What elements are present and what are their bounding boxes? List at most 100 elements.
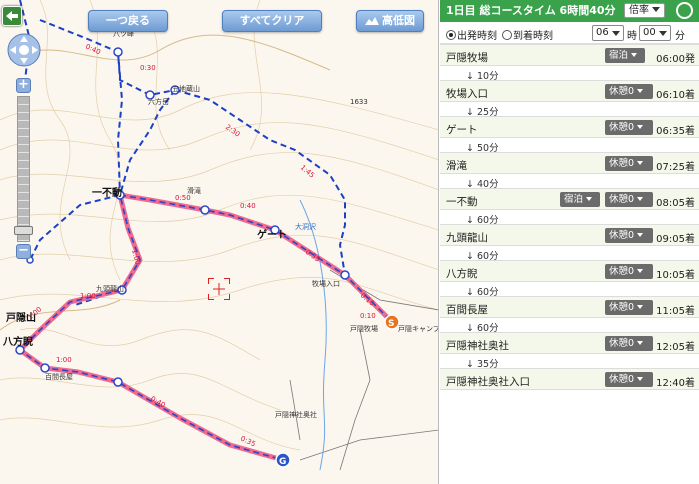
chevron-down-icon — [637, 125, 644, 129]
rest-select[interactable]: 休憩0 — [605, 264, 653, 279]
waypoint-name: 一不動 — [446, 196, 478, 208]
course-panel: 1日目 総コースタイム 6時間40分 倍率 出発時刻 到着時刻 06 時 00 … — [440, 0, 699, 484]
zoom-slider[interactable] — [17, 96, 30, 242]
map-view[interactable]: 0:40 0:30 2:30 1:45 0:40 0:50 0:35 0:10 … — [0, 0, 439, 484]
topographic-map: 0:40 0:30 2:30 1:45 0:40 0:50 0:35 0:10 … — [0, 0, 438, 471]
hour-select[interactable]: 06 — [592, 25, 624, 41]
stay-select-label: 宿泊 — [609, 50, 629, 61]
svg-text:0:30: 0:30 — [140, 64, 156, 72]
map-label-river: 大洞沢 — [295, 223, 316, 231]
waypoint-name: 八方睨 — [446, 268, 478, 280]
back-arrow-button[interactable] — [2, 6, 22, 26]
arrow-left-icon — [6, 11, 18, 21]
stay-select[interactable]: 宿泊 — [605, 48, 645, 63]
waypoint-row[interactable]: 一不動 宿泊 休憩0 08:05着 — [440, 188, 699, 210]
waypoint-time: 08:05着 — [656, 198, 695, 209]
hour-value: 06 — [596, 27, 609, 38]
rest-select[interactable]: 休憩0 — [605, 84, 653, 99]
pan-control[interactable] — [6, 32, 42, 68]
stay-select[interactable]: 宿泊 — [560, 192, 600, 207]
clear-all-button[interactable]: すべてクリア — [222, 10, 322, 32]
waypoint-name: 九頭龍山 — [446, 232, 488, 244]
svg-text:G: G — [279, 457, 286, 467]
waypoint-row[interactable]: 滑滝 休憩0 07:25着 — [440, 152, 699, 174]
chevron-down-icon — [659, 31, 667, 36]
svg-text:1:45: 1:45 — [299, 163, 316, 179]
chevron-down-icon — [637, 197, 644, 201]
radio-dot — [502, 29, 512, 40]
undo-button[interactable]: 一つ戻る — [88, 10, 168, 32]
rest-select-label: 休憩0 — [609, 230, 635, 241]
chevron-down-icon — [637, 233, 644, 237]
rest-select-label: 休憩0 — [609, 122, 635, 133]
svg-text:S: S — [388, 319, 394, 329]
waypoint-row[interactable]: 戸隠神社奥社入口 休憩0 12:40着 — [440, 368, 699, 390]
chevron-down-icon — [586, 197, 593, 201]
zoom-out-button[interactable]: − — [16, 244, 31, 259]
waypoint-row[interactable]: 牧場入口 休憩0 06:10着 — [440, 80, 699, 102]
svg-text:0:35: 0:35 — [304, 248, 321, 264]
chevron-down-icon — [612, 31, 620, 36]
chevron-down-icon — [637, 377, 644, 381]
waypoint-time: 10:05着 — [656, 270, 695, 281]
arrival-label: 到着時刻 — [513, 31, 553, 42]
segment-duration-row: ↓ 10分 — [440, 66, 699, 82]
minute-select[interactable]: 00 — [639, 25, 671, 41]
waypoint-name: 百間長屋 — [446, 304, 488, 316]
svg-text:0:40: 0:40 — [240, 202, 256, 210]
rest-select[interactable]: 休憩0 — [605, 120, 653, 135]
scale-select-label: 倍率 — [629, 5, 649, 16]
waypoint-row[interactable]: 戸隠牧場 宿泊 06:00発 — [440, 44, 699, 66]
segment-duration-row: ↓ 35分 — [440, 354, 699, 370]
waypoint-time: 11:05着 — [656, 306, 695, 317]
panel-header: 1日目 総コースタイム 6時間40分 倍率 — [440, 0, 699, 22]
arrival-radio[interactable]: 到着時刻 — [502, 27, 553, 42]
map-label-hyakken: 百間長屋 — [45, 373, 73, 381]
rest-select-label: 休憩0 — [609, 302, 635, 313]
waypoint-time: 06:10着 — [656, 90, 695, 101]
svg-text:0:10: 0:10 — [360, 312, 376, 320]
refresh-icon[interactable] — [676, 2, 693, 19]
rest-select[interactable]: 休憩0 — [605, 192, 653, 207]
elevation-profile-button[interactable]: 高低図 — [356, 10, 424, 32]
segment-duration-row: ↓ 50分 — [440, 138, 699, 154]
zoom-slider-handle[interactable] — [14, 226, 33, 235]
departure-radio[interactable]: 出発時刻 — [446, 27, 497, 42]
svg-text:1:00: 1:00 — [130, 248, 142, 265]
map-label-takino: 滑滝 — [187, 187, 201, 195]
rest-select-label: 休憩0 — [609, 374, 635, 385]
scale-select[interactable]: 倍率 — [624, 3, 665, 18]
rest-select-label: 休憩0 — [609, 338, 635, 349]
waypoint-time: 06:35着 — [656, 126, 695, 137]
svg-text:1:00: 1:00 — [80, 292, 96, 300]
waypoint-row[interactable]: 百間長屋 休憩0 11:05着 — [440, 296, 699, 318]
stop-list: 戸隠牧場 宿泊 06:00発 ↓ 10分 牧場入口 休憩0 06:10着 ↓ 25分 ゲート 休憩… — [440, 44, 699, 390]
map-label-okusha: 戸隠神社奥社 — [275, 411, 317, 419]
waypoint-row[interactable]: 八方睨 休憩0 10:05着 — [440, 260, 699, 282]
rest-select[interactable]: 休憩0 — [605, 336, 653, 351]
waypoint-row[interactable]: 戸隠神社奥社 休憩0 12:05着 — [440, 332, 699, 354]
waypoint-time: 12:05着 — [656, 342, 695, 353]
map-label-gate: ゲート — [257, 230, 287, 241]
rest-select-label: 休憩0 — [609, 158, 635, 169]
waypoint-row[interactable]: ゲート 休憩0 06:35着 — [440, 116, 699, 138]
map-label-togakushi-yama: 戸隠山 — [6, 313, 36, 324]
waypoint-time: 06:00発 — [656, 54, 695, 65]
rest-select[interactable]: 休憩0 — [605, 156, 653, 171]
zoom-in-button[interactable]: + — [16, 78, 31, 93]
departure-label: 出発時刻 — [457, 31, 497, 42]
time-controls: 出発時刻 到着時刻 06 時 00 分 — [440, 22, 699, 44]
chevron-down-icon — [637, 305, 644, 309]
waypoint-name: 戸隠神社奥社 — [446, 340, 509, 352]
waypoint-name: ゲート — [446, 124, 478, 136]
rest-select[interactable]: 休憩0 — [605, 372, 653, 387]
minute-value: 00 — [643, 27, 656, 38]
segment-duration-row: ↓ 60分 — [440, 282, 699, 298]
map-label-rokutsu: 六方岳 — [148, 98, 169, 106]
map-label-bokujo-iriguchi: 牧場入口 — [312, 280, 340, 288]
chevron-down-icon — [637, 269, 644, 273]
rest-select[interactable]: 休憩0 — [605, 228, 653, 243]
waypoint-row[interactable]: 九頭龍山 休憩0 09:05着 — [440, 224, 699, 246]
rest-select[interactable]: 休憩0 — [605, 300, 653, 315]
radio-dot-selected — [446, 29, 456, 40]
